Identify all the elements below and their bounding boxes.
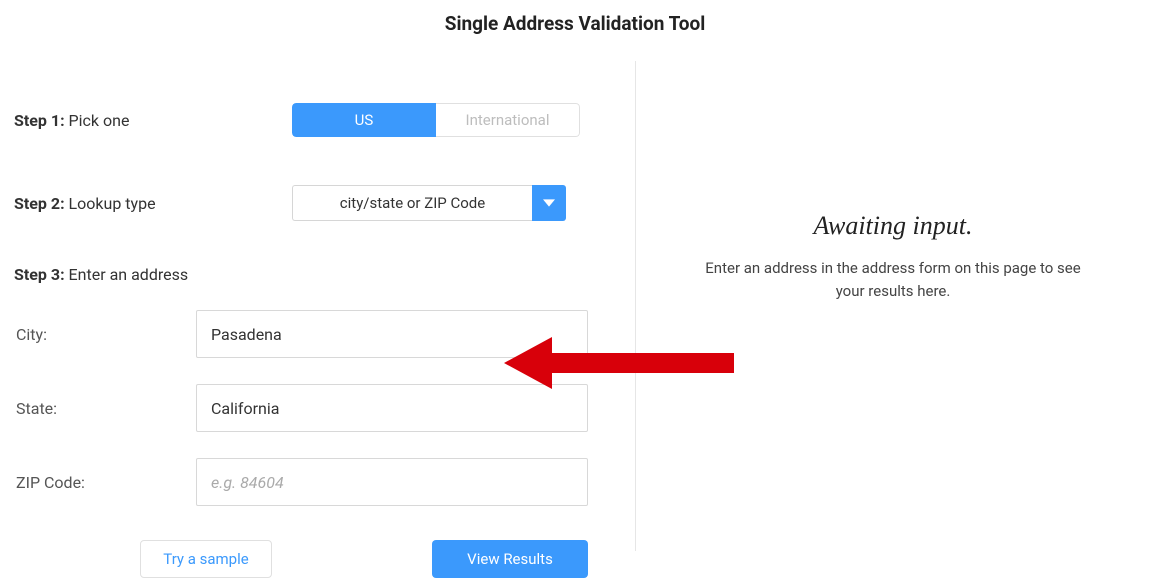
state-row: State: <box>14 384 635 432</box>
step3-row: Step 3: Enter an address City: State: ZI… <box>14 265 635 578</box>
step2-prefix: Step 2: <box>14 194 65 213</box>
zip-label: ZIP Code: <box>14 473 196 492</box>
view-results-button[interactable]: View Results <box>432 540 588 578</box>
zip-input[interactable] <box>196 458 588 506</box>
results-subtext: Enter an address in the address form on … <box>693 257 1093 302</box>
step3-text: Enter an address <box>65 265 189 284</box>
results-panel: Awaiting input. Enter an address in the … <box>635 61 1150 551</box>
step1-row: Step 1: Pick one US International <box>14 103 635 137</box>
zip-row: ZIP Code: <box>14 458 635 506</box>
page-title: Single Address Validation Tool <box>0 0 1150 43</box>
step1-label: Step 1: Pick one <box>14 111 292 130</box>
city-row: City: <box>14 310 635 358</box>
step2-text: Lookup type <box>65 194 156 213</box>
step3-label: Step 3: Enter an address <box>14 265 292 284</box>
chevron-down-icon[interactable] <box>532 185 566 221</box>
step1-text: Pick one <box>65 111 130 130</box>
toggle-international[interactable]: International <box>436 103 580 137</box>
step3-prefix: Step 3: <box>14 265 65 284</box>
step1-prefix: Step 1: <box>14 111 65 130</box>
state-input[interactable] <box>196 384 588 432</box>
lookup-type-value[interactable]: city/state or ZIP Code <box>292 185 532 221</box>
step2-row: Step 2: Lookup type city/state or ZIP Co… <box>14 185 635 221</box>
step2-label: Step 2: Lookup type <box>14 194 292 213</box>
try-sample-button[interactable]: Try a sample <box>140 540 272 578</box>
city-input[interactable] <box>196 310 588 358</box>
button-row: Try a sample View Results <box>14 540 635 578</box>
toggle-us[interactable]: US <box>292 103 436 137</box>
main-columns: Step 1: Pick one US International Step 2… <box>0 43 1150 551</box>
results-heading: Awaiting input. <box>814 211 973 241</box>
city-label: City: <box>14 325 196 344</box>
form-panel: Step 1: Pick one US International Step 2… <box>0 43 635 551</box>
state-label: State: <box>14 399 196 418</box>
country-toggle: US International <box>292 103 580 137</box>
lookup-type-select[interactable]: city/state or ZIP Code <box>292 185 566 221</box>
